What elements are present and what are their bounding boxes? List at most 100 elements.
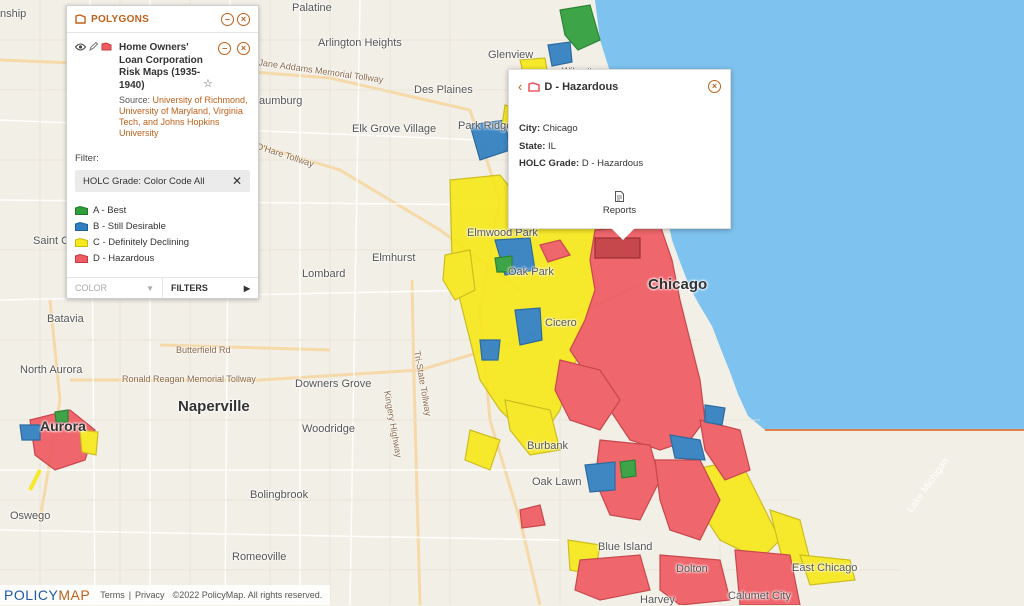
filters-label: FILTERS xyxy=(171,283,208,293)
document-icon xyxy=(615,191,624,202)
grade-label: HOLC Grade: xyxy=(519,158,580,169)
polygon-layer-icon xyxy=(101,42,112,139)
map-label: Palatine xyxy=(292,2,332,14)
swatch-a xyxy=(75,205,88,215)
map-label: East Chicago xyxy=(792,562,858,574)
road-label: Butterfield Rd xyxy=(176,345,231,355)
layer-source: Source: University of Richmond, Universi… xyxy=(119,95,250,139)
map-label: Calumet City xyxy=(728,590,791,602)
caret-down-icon: ▼ xyxy=(146,283,154,293)
map-label: Des Plaines xyxy=(414,84,473,96)
legend-label: B - Still Desirable xyxy=(93,220,166,232)
popup-title: D - Hazardous xyxy=(544,80,619,93)
minimize-panel-button[interactable]: – xyxy=(221,12,234,26)
eye-icon[interactable] xyxy=(74,42,87,139)
terms-link[interactable]: Terms xyxy=(100,590,125,600)
road-label: Ronald Reagan Memorial Tollway xyxy=(122,374,256,384)
map-label: Woodridge xyxy=(302,423,355,435)
legend-label: A - Best xyxy=(93,204,127,216)
holc-polygon-b xyxy=(547,41,573,67)
holc-polygon-b xyxy=(584,461,616,493)
map-label: Dolton xyxy=(676,563,708,575)
legend-item-d: D - Hazardous xyxy=(75,250,250,266)
state-value: IL xyxy=(548,140,556,152)
legend-item-b: B - Still Desirable xyxy=(75,218,250,234)
map-label: Oak Park xyxy=(508,266,554,278)
map-label: North Aurora xyxy=(20,364,83,376)
holc-polygon-a xyxy=(619,459,637,479)
feature-popup: ‹ D - Hazardous × City: Chicago State: I… xyxy=(508,69,731,240)
legend-label: C - Definitely Declining xyxy=(93,236,190,248)
legend-item-a: A - Best xyxy=(75,202,250,218)
map-label: Lombard xyxy=(302,268,346,280)
filter-label: Filter: xyxy=(75,153,99,164)
close-panel-button[interactable]: × xyxy=(237,12,250,26)
panel-header: POLYGONS – × xyxy=(67,6,258,33)
layer-item: Home Owners' Loan Corporation Risk Maps … xyxy=(67,33,258,139)
holc-polygon-b xyxy=(479,339,501,361)
clear-filter-icon[interactable]: ✕ xyxy=(232,174,242,188)
map-label: Park Ridge xyxy=(458,120,513,132)
close-popup-button[interactable]: × xyxy=(708,80,721,93)
reports-label: Reports xyxy=(602,205,637,216)
map-label-city: Aurora xyxy=(40,418,86,434)
filter-chip-label: HOLC Grade: Color Code All xyxy=(83,175,205,187)
map-label: Bolingbrook xyxy=(250,489,309,501)
legend-item-c: C - Definitely Declining xyxy=(75,234,250,250)
attribution-bar: POLICYMAP Terms | Privacy ©2022 PolicyMa… xyxy=(0,585,331,605)
map-label: Downers Grove xyxy=(295,378,372,390)
color-dropdown-label: COLOR xyxy=(75,283,108,293)
map-label-city: Chicago xyxy=(648,276,708,293)
policymap-logo[interactable]: POLICYMAP xyxy=(0,587,100,603)
grade-value: D - Hazardous xyxy=(581,158,644,169)
holc-polygon-b xyxy=(19,424,41,441)
swatch-d xyxy=(75,253,88,263)
copyright: ©2022 PolicyMap. All rights reserved. xyxy=(172,590,323,600)
layer-title: Home Owners' Loan Corporation Risk Maps … xyxy=(119,42,203,91)
map-label: Cicero xyxy=(545,317,577,329)
polygon-icon xyxy=(75,14,86,24)
map-label: Romeoville xyxy=(232,551,287,563)
color-dropdown[interactable]: COLOR ▼ xyxy=(67,278,163,298)
map-label: Glenview xyxy=(488,49,534,61)
holc-polygon-b xyxy=(704,404,726,426)
city-value: Chicago xyxy=(542,123,578,134)
map-label: Oak Lawn xyxy=(532,476,582,488)
polygon-icon xyxy=(528,81,541,92)
holc-polygon-b xyxy=(514,307,543,346)
map-label: Saint C xyxy=(33,235,70,247)
pencil-icon[interactable] xyxy=(89,41,99,139)
swatch-c xyxy=(75,237,88,247)
map-label: nship xyxy=(0,8,27,20)
panel-title: POLYGONS xyxy=(91,13,150,25)
filters-button[interactable]: FILTERS ▶ xyxy=(163,278,258,298)
polygons-panel: POLYGONS – × Home Owners' Loan Corporati… xyxy=(66,5,259,299)
map-label: Elk Grove Village xyxy=(352,123,437,135)
caret-right-icon: ▶ xyxy=(243,283,250,293)
minimize-layer-button[interactable]: – xyxy=(218,42,232,55)
panel-footer: COLOR ▼ FILTERS ▶ xyxy=(67,277,258,298)
map-label: Harvey xyxy=(640,594,675,606)
logo-text-map: MAP xyxy=(58,587,91,603)
filter-chip[interactable]: HOLC Grade: Color Code All ✕ xyxy=(75,170,250,192)
swatch-b xyxy=(75,221,88,231)
map-label: Burbank xyxy=(527,440,568,452)
separator: | xyxy=(128,590,132,600)
logo-text-policy: POLICY xyxy=(4,587,59,603)
map-label-city: Naperville xyxy=(178,398,250,415)
city-label: City: xyxy=(519,123,541,134)
privacy-link[interactable]: Privacy xyxy=(135,590,165,600)
holc-polygon-d xyxy=(519,504,546,529)
map-label: Batavia xyxy=(47,313,84,325)
map-label: Elmhurst xyxy=(372,252,416,264)
legend-label: D - Hazardous xyxy=(93,252,155,264)
map-label: Oswego xyxy=(10,510,51,522)
reports-button[interactable]: Reports xyxy=(509,191,730,216)
remove-layer-button[interactable]: × xyxy=(237,42,250,55)
star-icon[interactable]: ☆ xyxy=(203,77,213,90)
popup-info: City: Chicago State: IL HOLC Grade: D - … xyxy=(509,94,730,173)
back-icon[interactable]: ‹ xyxy=(518,79,522,94)
source-label: Source: xyxy=(119,95,153,105)
map-label: Blue Island xyxy=(598,541,653,553)
map-label: Arlington Heights xyxy=(318,37,402,49)
